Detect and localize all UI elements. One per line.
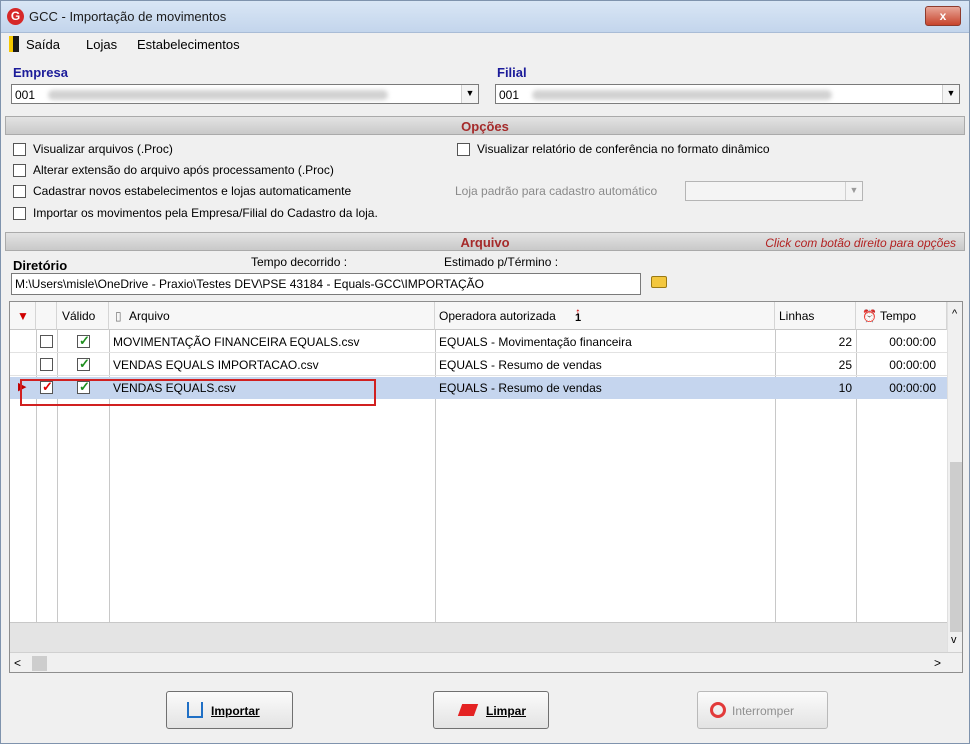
import-icon (187, 702, 203, 718)
diretorio-label: Diretório (13, 258, 68, 273)
diretorio-input[interactable]: M:\Users\misle\OneDrive - Praxio\Testes … (11, 273, 641, 295)
cell-tempo: 00:00:00 (889, 335, 936, 349)
cell-operadora: EQUALS - Resumo de vendas (439, 381, 602, 395)
filial-name-blurred (532, 90, 832, 100)
menu-estabelecimentos[interactable]: Estabelecimentos (137, 37, 240, 52)
filial-select[interactable]: 001 ▼ (495, 84, 960, 104)
cell-linhas: 25 (838, 358, 852, 372)
tempo-decorrido-label: Tempo decorrido : (251, 255, 348, 269)
limpar-button[interactable]: Limpar (433, 691, 549, 729)
title-bar: G GCC - Importação de movimentos x (1, 1, 969, 33)
checkbox[interactable] (13, 207, 26, 220)
cell-arquivo: VENDAS EQUALS IMPORTACAO.csv (113, 358, 319, 372)
scroll-thumb[interactable] (32, 656, 47, 671)
estimado-termino-label: Estimado p/Término : (444, 255, 559, 269)
row-select-checkbox[interactable] (40, 335, 53, 348)
header-tempo-label: Tempo (880, 309, 917, 323)
arquivo-section-bar: Arquivo Click com botão direito para opç… (5, 232, 965, 251)
empresa-name-blurred (48, 90, 388, 100)
menu-bar: Saída Lojas Estabelecimentos (1, 34, 969, 56)
row-select-checkbox[interactable] (40, 358, 53, 371)
close-button[interactable]: x (925, 6, 961, 26)
checkbox[interactable] (13, 185, 26, 198)
empresa-label: Empresa (13, 65, 68, 80)
limpar-label: Limpar (486, 704, 527, 718)
menu-saida[interactable]: Saída (26, 37, 60, 52)
header-valido-label: Válido (62, 309, 96, 323)
main-window: G GCC - Importação de movimentos x Saída… (0, 0, 970, 744)
chevron-up-icon[interactable]: ^ (952, 308, 957, 320)
cell-operadora: EQUALS - Movimentação financeira (439, 335, 632, 349)
cell-arquivo: MOVIMENTAÇÃO FINANCEIRA EQUALS.csv (113, 335, 360, 349)
menu-lojas[interactable]: Lojas (86, 37, 117, 52)
cell-operadora: EQUALS - Resumo de vendas (439, 358, 602, 372)
loja-padrao-label: Loja padrão para cadastro automático (455, 184, 658, 198)
row-valido-checkbox (77, 356, 90, 372)
importar-button[interactable]: Importar (166, 691, 293, 729)
chevron-down-icon[interactable]: ▼ (845, 182, 862, 200)
horizontal-scrollbar[interactable]: < > (10, 652, 962, 672)
header-select-column[interactable] (36, 302, 57, 330)
cell-linhas: 22 (838, 335, 852, 349)
eraser-icon (457, 704, 479, 716)
option-label: Visualizar relatório de conferência no f… (477, 142, 770, 156)
cell-tempo: 00:00:00 (889, 381, 936, 395)
scroll-thumb[interactable] (950, 462, 962, 632)
exit-door-icon (9, 36, 19, 52)
header-arquivo-label: Arquivo (129, 309, 170, 323)
row-valido-checkbox (77, 333, 90, 349)
app-logo-icon: G (7, 8, 24, 25)
header-operadora[interactable]: Operadora autorizada ↑ 1 (435, 302, 775, 330)
table-row[interactable]: MOVIMENTAÇÃO FINANCEIRA EQUALS.csv EQUAL… (10, 331, 947, 353)
option-label: Alterar extensão do arquivo após process… (33, 163, 334, 177)
cell-tempo: 00:00:00 (889, 358, 936, 372)
triangle-down-icon: ▼ (17, 309, 29, 323)
empresa-value: 001 (15, 88, 36, 102)
header-linhas[interactable]: Linhas (775, 302, 856, 330)
grid-footer (10, 622, 947, 652)
sort-order-number: 1 (575, 312, 582, 324)
right-click-hint: Click com botão direito para opções (765, 236, 956, 250)
option-label: Importar os movimentos pela Empresa/Fili… (33, 206, 378, 220)
importar-label: Importar (211, 704, 260, 718)
loja-padrao-select[interactable]: ▼ (685, 181, 863, 201)
checkbox[interactable] (13, 164, 26, 177)
files-grid: ▼ Válido ▯ Arquivo Operadora autorizada … (9, 301, 963, 673)
chevron-down-icon[interactable]: ▼ (942, 85, 959, 103)
chevron-down-icon[interactable]: ▼ (461, 85, 478, 103)
option-label: Visualizar arquivos (.Proc) (33, 142, 173, 156)
window-title: GCC - Importação de movimentos (29, 9, 227, 24)
empresa-select[interactable]: 001 ▼ (11, 84, 479, 104)
stop-icon (710, 702, 726, 718)
file-icon: ▯ (115, 309, 122, 323)
header-valido[interactable]: Válido (57, 302, 109, 330)
interromper-label: Interromper (732, 704, 795, 718)
filial-label: Filial (497, 65, 527, 80)
header-check-column[interactable]: ▼ (10, 302, 36, 330)
interromper-button[interactable]: Interromper (697, 691, 828, 729)
annotation-highlight-box (20, 379, 376, 406)
header-tempo[interactable]: ⏰ Tempo (856, 302, 947, 330)
chevron-left-icon[interactable]: < (14, 656, 21, 670)
vertical-scrollbar[interactable]: ^ v (947, 302, 962, 652)
chevron-down-icon[interactable]: v (951, 634, 957, 646)
header-arquivo[interactable]: ▯ Arquivo (109, 302, 435, 330)
opcoes-title: Opções (461, 119, 509, 134)
filial-value: 001 (499, 88, 520, 102)
option-label: Cadastrar novos estabelecimentos e lojas… (33, 184, 352, 198)
header-operadora-label: Operadora autorizada (439, 309, 556, 323)
opcoes-section-bar: Opções (5, 116, 965, 135)
cell-linhas: 10 (838, 381, 852, 395)
table-row[interactable]: VENDAS EQUALS IMPORTACAO.csv EQUALS - Re… (10, 354, 947, 376)
checkbox[interactable] (13, 143, 26, 156)
chevron-right-icon[interactable]: > (934, 656, 941, 670)
header-linhas-label: Linhas (779, 309, 815, 323)
folder-open-icon[interactable] (651, 276, 667, 288)
checkbox[interactable] (457, 143, 470, 156)
alarm-clock-icon: ⏰ (862, 309, 877, 323)
